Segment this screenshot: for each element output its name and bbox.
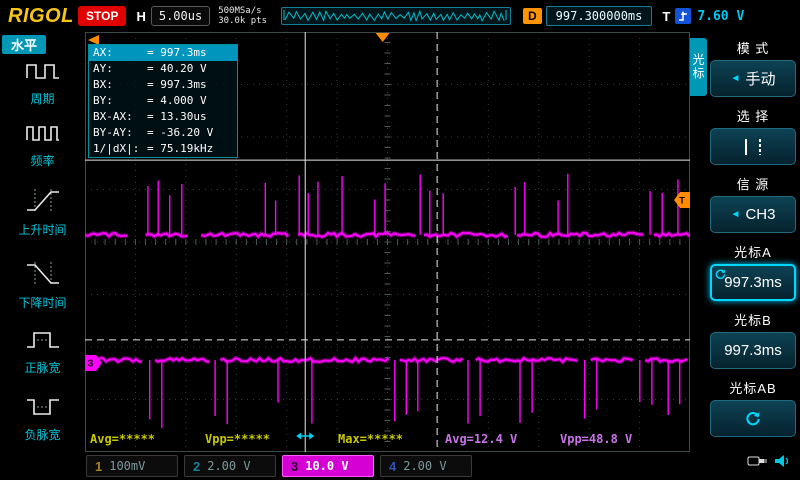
negative-pulse-width-icon (26, 399, 59, 415)
sidebar-item-label: 频率 (30, 154, 55, 168)
sidebar-item-frequency[interactable]: 频率 (0, 120, 85, 169)
channel-scale: 2.00 V (403, 459, 447, 473)
select-label: 选 择 (736, 109, 770, 124)
sample-rate: 500MSa/s (218, 6, 262, 16)
positive-pulse-width-icon (26, 332, 59, 348)
ch3-vpp-measure: Vpp=48.8 V (560, 432, 633, 446)
cursor-a-value: 997.3ms (724, 274, 782, 291)
channel-status-bar: 1 100mV 2 2.00 V 3 10.0 V 4 2.00 V (0, 452, 800, 480)
channel-number: 1 (95, 458, 103, 474)
waveform-display: T 3 AX: = 997.3ms AY: = 40.20 V BX: = 997.3m… (84, 31, 692, 453)
horizontal-label: H (136, 8, 146, 24)
select-button[interactable] (710, 128, 796, 165)
cursor-a-label: 光标A (734, 245, 772, 260)
source-label: 信 源 (736, 177, 770, 192)
menu-item-source: 信 源 ◄ CH3 (710, 174, 796, 233)
menu-item-cursor-a: 光标A 997.3ms (710, 242, 796, 301)
channel-scale: 10.0 V (305, 459, 349, 473)
channel-number: 3 (291, 458, 299, 474)
menu-item-mode: 模 式 ◄ 手动 (710, 38, 796, 97)
top-bar: RIGOL STOP H 5.00us 500MSa/s 30.0k pts D… (0, 0, 800, 32)
readout-row-ay: AY: = 40.20 V (93, 62, 207, 75)
mode-button[interactable]: ◄ 手动 (710, 60, 796, 97)
sidebar-item-period[interactable]: 周期 (0, 58, 85, 107)
sidebar-item-positive-width[interactable]: 正脉宽 (0, 327, 85, 376)
channel-4-status[interactable]: 4 2.00 V (380, 455, 472, 477)
readout-row-ax: AX: = 997.3ms (89, 45, 237, 61)
sidebar-item-rise-time[interactable]: 上升时间 (0, 187, 85, 238)
trigger-label: T (662, 8, 671, 24)
svg-text:3: 3 (88, 358, 94, 369)
cursor-a-button[interactable]: 997.3ms (710, 264, 796, 301)
left-arrow-icon: ◄ (730, 209, 741, 220)
preview-waveform-icon (283, 9, 507, 23)
menu-item-select: 选 择 (710, 106, 796, 165)
readout-row-bx: BX: = 997.3ms (93, 78, 207, 91)
mode-label: 模 式 (736, 41, 770, 56)
rigol-logo: RIGOL (8, 4, 74, 27)
cursor-b-button[interactable]: 997.3ms (710, 332, 796, 369)
readout-row-bxax: BX-AX: = 13.30us (93, 110, 207, 123)
waveform-position-preview[interactable] (281, 7, 511, 25)
channel-number: 4 (389, 458, 397, 474)
horizontal-measure-tab[interactable]: 水平 (2, 35, 46, 54)
acquisition-info: 500MSa/s 30.0k pts (218, 6, 267, 26)
channel-scale: 2.00 V (207, 459, 251, 473)
rotate-knob-icon (746, 411, 760, 425)
channel-3-status[interactable]: 3 10.0 V (282, 455, 374, 477)
readout-row-by: BY: = 4.000 V (93, 94, 207, 107)
sidebar-item-label: 正脉宽 (24, 361, 61, 375)
source-value: CH3 (745, 206, 776, 223)
source-button[interactable]: ◄ CH3 (710, 196, 796, 233)
cursor-b-value: 997.3ms (724, 342, 782, 359)
rising-edge-trigger-icon[interactable] (675, 8, 692, 24)
sidebar-item-label: 周期 (30, 92, 55, 106)
sidebar-item-fall-time[interactable]: 下降时间 (0, 260, 85, 311)
max-masked: Max=***** (338, 432, 404, 446)
avg-masked: Avg=***** (90, 432, 156, 446)
channel-scale: 100mV (109, 459, 146, 473)
readout-row-freq: 1/|dX|: = 75.19kHz (93, 142, 214, 155)
cursor-pair-icon (745, 138, 761, 155)
run-status-badge[interactable]: STOP (78, 6, 127, 26)
menu-item-cursor-b: 光标B 997.3ms (710, 310, 796, 369)
speaker-icon[interactable] (774, 453, 792, 469)
delay-readout[interactable]: 997.300000ms (545, 6, 653, 26)
cursor-b-label: 光标B (734, 313, 772, 328)
channel-1-status[interactable]: 1 100mV (86, 455, 178, 477)
delay-badge: D (523, 8, 542, 24)
period-waveform-icon (25, 64, 59, 79)
readout-row-byay: BY-AY: = -36.20 V (93, 126, 214, 139)
cursor-ab-button[interactable] (710, 400, 796, 437)
cursor-ab-label: 光标AB (729, 381, 777, 396)
sidebar-item-label: 负脉宽 (24, 428, 61, 442)
memory-depth: 30.0k pts (218, 16, 267, 26)
left-arrow-icon: ◄ (730, 73, 741, 84)
sidebar-item-label: 上升时间 (18, 223, 67, 237)
cursor-readout-panel: AX: = 997.3ms AY: = 40.20 V BX: = 997.3ms B… (88, 44, 238, 158)
channel-2-status[interactable]: 2 2.00 V (184, 455, 276, 477)
rotate-knob-icon (715, 269, 726, 280)
channel-number: 2 (193, 458, 201, 474)
sidebar-item-label: 下降时间 (18, 296, 67, 310)
frequency-waveform-icon (25, 126, 59, 141)
rise-time-icon (26, 189, 59, 211)
cursor-menu-tab[interactable]: 光标 (690, 38, 707, 96)
status-icons (746, 453, 792, 469)
mode-value: 手动 (745, 71, 776, 88)
ch3-waveform-trace (84, 173, 692, 428)
fall-time-icon (26, 262, 59, 284)
vpp-masked: Vpp=***** (205, 432, 271, 446)
cursor-menu: 光标 模 式 ◄ 手动 选 择 信 源 ◄ CH3 光标A 997.3ms 光标… (690, 32, 800, 452)
trigger-level-readout[interactable]: 7.60 V (697, 9, 744, 24)
menu-item-cursor-ab: 光标AB (710, 378, 796, 437)
sidebar-item-negative-width[interactable]: 负脉宽 (0, 394, 85, 443)
timebase-readout[interactable]: 5.00us (150, 6, 211, 26)
ch3-avg-measure: Avg=12.4 V (445, 432, 518, 446)
measurement-sidebar: 水平 周期 频率 上升时间 下降时间 正脉宽 负脉宽 (0, 32, 85, 452)
svg-text:T: T (679, 196, 685, 206)
usb-icon (747, 456, 767, 466)
